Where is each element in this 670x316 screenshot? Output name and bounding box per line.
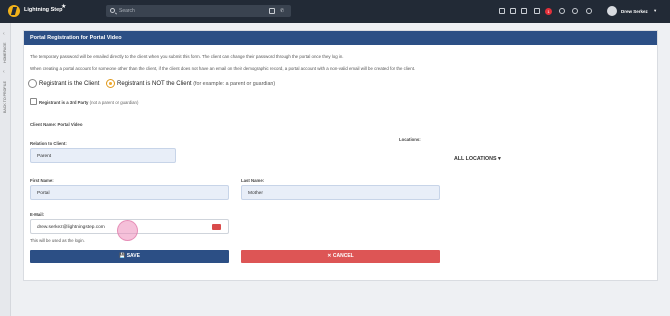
chevron-down-icon[interactable]: ▾ bbox=[654, 8, 656, 14]
chat-icon[interactable] bbox=[534, 8, 540, 14]
side-tabs: ‹ HOMEPAGE ‹ BACK TO PROFILE bbox=[0, 23, 11, 316]
chevron-left-icon[interactable]: ‹ bbox=[3, 31, 5, 37]
transfer-icon[interactable] bbox=[499, 8, 505, 14]
cancel-button[interactable]: ✕ CANCEL bbox=[241, 250, 440, 263]
click-indicator bbox=[117, 220, 138, 241]
last-name-field[interactable]: Mother bbox=[241, 185, 440, 200]
search-icon bbox=[110, 8, 115, 13]
email-hint: This will be used as the login. bbox=[30, 238, 85, 243]
first-name-label: First Name: bbox=[30, 178, 54, 183]
save-icon: 💾 bbox=[119, 253, 127, 259]
back-to-profile-tab[interactable]: BACK TO PROFILE bbox=[3, 81, 7, 113]
locations-label: Locations: bbox=[399, 137, 421, 142]
app-name[interactable]: Lightning Step bbox=[24, 7, 63, 13]
radio-registrant-client[interactable] bbox=[28, 79, 37, 88]
all-locations-dropdown[interactable]: ALL LOCATIONS ▾ bbox=[454, 156, 501, 162]
page-title: Portal Registration for Portal Video bbox=[30, 35, 122, 41]
homepage-tab[interactable]: HOMEPAGE bbox=[3, 42, 7, 63]
grid-icon[interactable] bbox=[521, 8, 527, 14]
calculator-icon[interactable] bbox=[269, 8, 275, 14]
radio-not-client-text: Registrant is NOT the Client bbox=[117, 81, 192, 87]
search-placeholder: Search bbox=[119, 8, 135, 14]
phone-icon[interactable]: ✆ bbox=[280, 8, 286, 14]
email-label: E-Mail: bbox=[30, 212, 45, 217]
user-name[interactable]: Drew Serkez bbox=[621, 9, 648, 14]
avatar[interactable] bbox=[607, 6, 617, 16]
info-text-1: The temporary password will be emailed d… bbox=[30, 54, 344, 59]
first-name-field[interactable]: Portal bbox=[30, 185, 229, 200]
save-button[interactable]: 💾 SAVE bbox=[30, 250, 229, 263]
last-name-label: Last Name: bbox=[241, 178, 265, 183]
search-input[interactable]: Search ✆ bbox=[106, 5, 291, 17]
help-icon[interactable] bbox=[572, 8, 578, 14]
client-name-label: Client Name: Portal Video bbox=[30, 122, 83, 127]
radio-not-client-subtext: (for example: a parent or guardian) bbox=[193, 81, 276, 87]
cancel-button-label: CANCEL bbox=[332, 253, 354, 259]
third-party-label[interactable]: Registrant is a 3rd Party (not a parent … bbox=[39, 100, 138, 105]
notification-badge: 1 bbox=[545, 8, 552, 15]
info-text-2: When creating a portal account for someo… bbox=[30, 66, 416, 71]
relation-field[interactable]: Parent bbox=[30, 148, 176, 163]
bell-icon[interactable] bbox=[559, 8, 565, 14]
radio-registrant-not-client[interactable] bbox=[106, 79, 115, 88]
portal-registration-card: Portal Registration for Portal Video The… bbox=[23, 30, 658, 281]
third-party-subtext: (not a parent or guardian) bbox=[89, 100, 139, 105]
radio-registrant-client-label[interactable]: Registrant is the Client bbox=[39, 81, 99, 87]
link-icon[interactable] bbox=[586, 8, 592, 14]
lightning-step-logo-icon[interactable] bbox=[8, 5, 20, 17]
save-button-label: SAVE bbox=[126, 253, 140, 259]
favorite-star-icon[interactable]: ★ bbox=[61, 3, 66, 10]
chevron-left-icon[interactable]: ‹ bbox=[3, 69, 5, 75]
card-header: Portal Registration for Portal Video bbox=[24, 31, 657, 45]
relation-label: Relation to Client: bbox=[30, 141, 67, 146]
third-party-checkbox[interactable] bbox=[30, 98, 37, 105]
top-bar: Lightning Step ★ Search ✆ 1 Drew Serkez … bbox=[0, 0, 670, 23]
calendar-icon[interactable] bbox=[510, 8, 516, 14]
radio-registrant-not-client-label[interactable]: Registrant is NOT the Client (for exampl… bbox=[117, 81, 275, 87]
third-party-text: Registrant is a 3rd Party bbox=[39, 100, 89, 105]
autofill-icon[interactable] bbox=[212, 224, 221, 230]
